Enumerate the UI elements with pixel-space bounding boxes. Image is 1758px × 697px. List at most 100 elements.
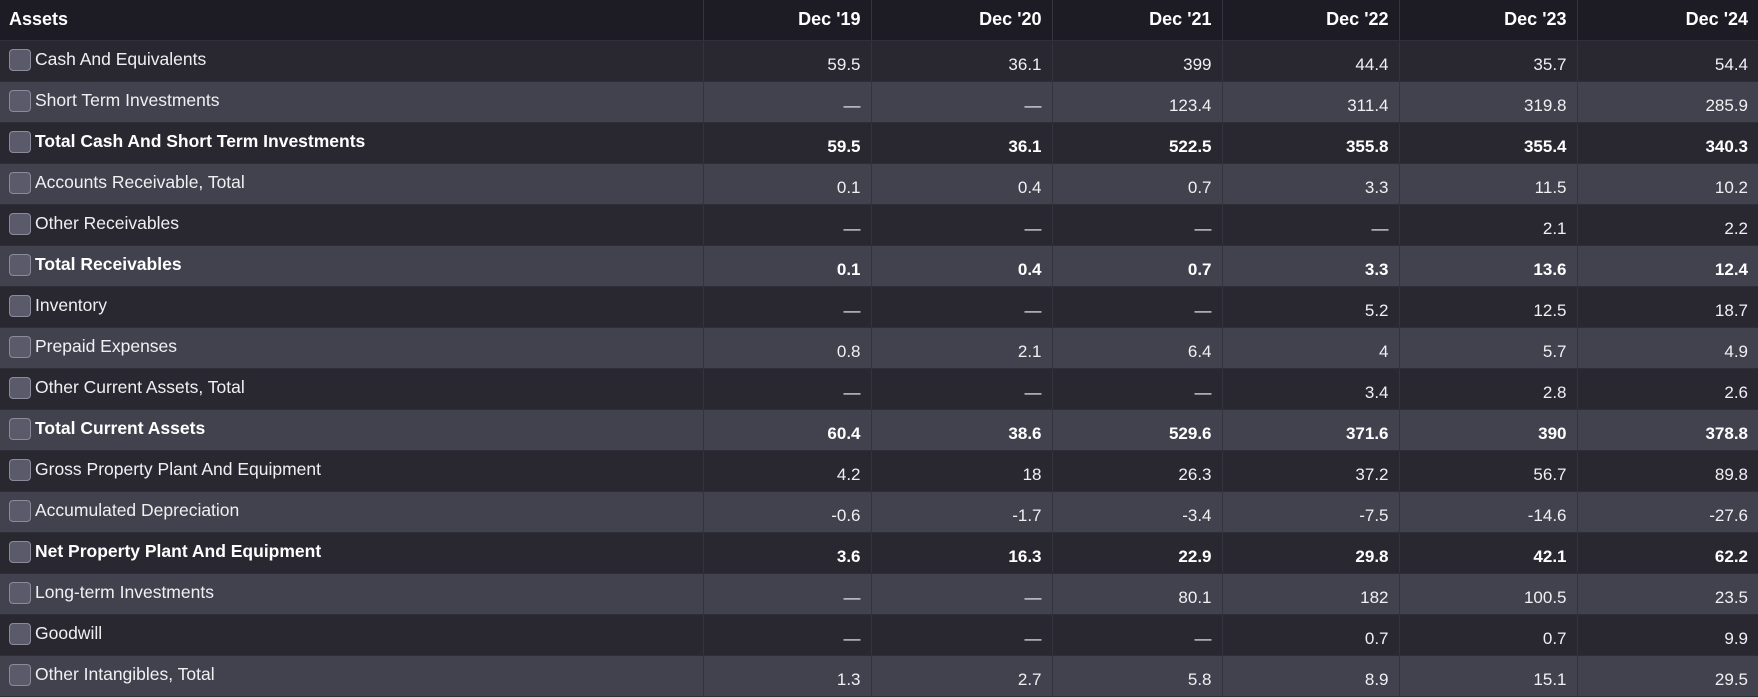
value-cell: 285.9 [1576,81,1758,123]
value-cell: 355.8 [1221,122,1399,164]
row-label: Prepaid Expenses [35,336,178,356]
value-cell: — [702,614,871,656]
row-select-checkbox[interactable] [9,540,31,563]
row-label: Long-term Investments [35,582,214,602]
row-select-checkbox[interactable] [9,294,31,317]
row-select-checkbox[interactable] [9,212,31,235]
column-header-period: Dec '24 [1576,0,1758,41]
row-select-checkbox[interactable] [9,48,31,71]
balance-sheet-table: Assets Dec '19 Dec '20 Dec '21 Dec '22 D… [0,0,1758,697]
value-cell: 23.5 [1576,573,1758,615]
value-cell: 355.4 [1398,122,1577,164]
row-select-checkbox[interactable] [9,417,31,440]
value-cell: — [702,368,871,410]
row-select-checkbox[interactable] [9,581,31,604]
value-cell: 2.1 [1398,204,1577,246]
row-label-cell: Other Current Assets, Total [0,368,703,410]
value-cell: 4.9 [1576,327,1758,369]
value-cell: 0.7 [1051,163,1222,205]
row-label-cell: Total Receivables [0,245,703,287]
value-cell: — [702,204,871,246]
value-cell: 62.2 [1576,532,1758,574]
row-label-cell: Prepaid Expenses [0,327,703,369]
value-cell: — [702,286,871,328]
row-label-cell: Gross Property Plant And Equipment [0,450,703,492]
row-select-checkbox[interactable] [9,130,31,153]
value-cell: 5.8 [1051,655,1222,697]
value-cell: 44.4 [1221,40,1399,82]
value-cell: 100.5 [1398,573,1577,615]
value-cell: 0.1 [702,245,871,287]
column-header-period: Dec '22 [1221,0,1399,41]
value-cell: 26.3 [1051,450,1222,492]
row-label: Other Current Assets, Total [35,377,245,397]
column-header-period: Dec '21 [1051,0,1222,41]
value-cell: — [1051,286,1222,328]
value-cell: 340.3 [1576,122,1758,164]
value-cell: 59.5 [702,122,871,164]
value-cell: 2.6 [1576,368,1758,410]
value-cell: 0.7 [1398,614,1577,656]
table-row: Accounts Receivable, Total 0.1 0.4 0.7 3.3 11… [0,163,1758,205]
table-row: Goodwill — — —0.7 0.7 9.9 [0,614,1758,656]
value-cell: 2.8 [1398,368,1577,410]
row-label: Other Receivables [35,213,179,233]
column-header-period: Dec '19 [702,0,871,41]
row-label-cell: Inventory [0,286,703,328]
value-cell: 36.1 [870,122,1052,164]
value-cell: 80.1 [1051,573,1222,615]
table-row: Short Term Investments — —123.4 311.4 319.8 2… [0,81,1758,123]
row-label: Inventory [35,295,107,315]
value-cell: — [870,204,1052,246]
value-cell: 56.7 [1398,450,1577,492]
value-cell: — [1051,368,1222,410]
value-cell: — [870,81,1052,123]
row-select-checkbox[interactable] [9,171,31,194]
row-label: Total Current Assets [35,418,206,438]
value-cell: -3.4 [1051,491,1222,533]
value-cell: 4.2 [702,450,871,492]
table-header-row: Assets Dec '19 Dec '20 Dec '21 Dec '22 D… [0,0,1758,41]
row-select-checkbox[interactable] [9,89,31,112]
value-cell: 8.9 [1221,655,1399,697]
value-cell: 182 [1221,573,1399,615]
row-select-checkbox[interactable] [9,663,31,686]
value-cell: 529.6 [1051,409,1222,451]
value-cell: 54.4 [1576,40,1758,82]
table-row: Gross Property Plant And Equipment 4.2 18 2… [0,450,1758,492]
value-cell: — [870,368,1052,410]
row-select-checkbox[interactable] [9,335,31,358]
value-cell: -0.6 [702,491,871,533]
value-cell: 4 [1221,327,1399,369]
table-row: Total Cash And Short Term Investments 59.… [0,122,1758,164]
value-cell: 18 [870,450,1052,492]
value-cell: 5.7 [1398,327,1577,369]
value-cell: 5.2 [1221,286,1399,328]
row-select-checkbox[interactable] [9,458,31,481]
row-select-checkbox[interactable] [9,499,31,522]
row-select-checkbox[interactable] [9,376,31,399]
value-cell: 3.6 [702,532,871,574]
row-label-cell: Other Intangibles, Total [0,655,703,697]
value-cell: 29.5 [1576,655,1758,697]
table-row: Inventory — — —5.2 12.5 18.7 [0,286,1758,328]
value-cell: 15.1 [1398,655,1577,697]
value-cell: 29.8 [1221,532,1399,574]
value-cell: 6.4 [1051,327,1222,369]
value-cell: 2.7 [870,655,1052,697]
value-cell: — [870,614,1052,656]
value-cell: 0.7 [1221,614,1399,656]
value-cell: 37.2 [1221,450,1399,492]
value-cell: 35.7 [1398,40,1577,82]
value-cell: 10.2 [1576,163,1758,205]
value-cell: 0.1 [702,163,871,205]
value-cell: 16.3 [870,532,1052,574]
value-cell: 3.4 [1221,368,1399,410]
value-cell: — [1051,614,1222,656]
row-select-checkbox[interactable] [9,253,31,276]
row-label: Total Cash And Short Term Investments [35,131,366,151]
row-label-cell: Other Receivables [0,204,703,246]
value-cell: 42.1 [1398,532,1577,574]
row-select-checkbox[interactable] [9,622,31,645]
row-label-cell: Short Term Investments [0,81,703,123]
